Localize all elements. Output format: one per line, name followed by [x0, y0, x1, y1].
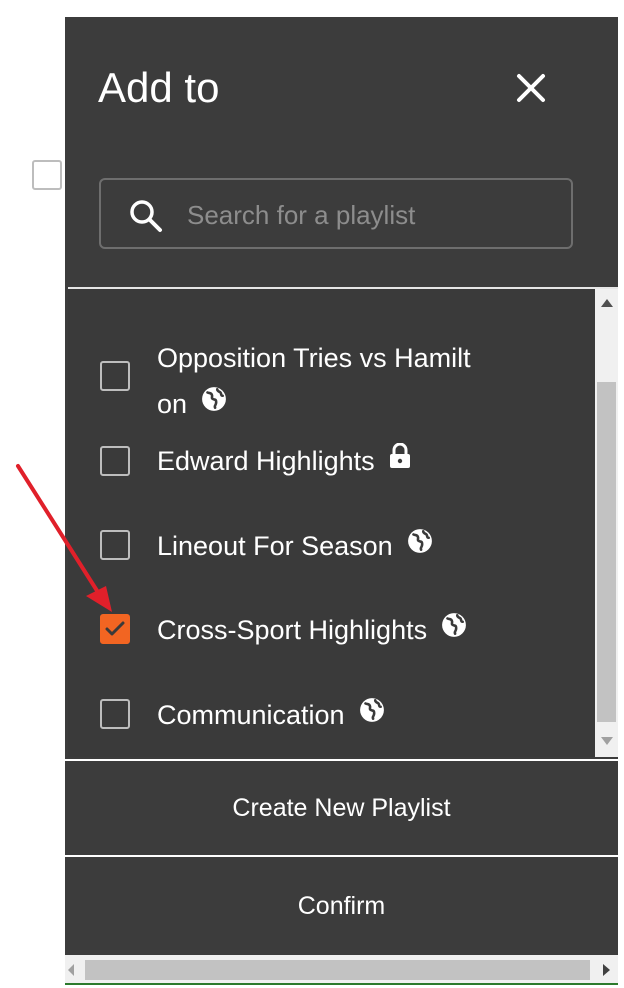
playlist-name: Lineout For Season [157, 531, 393, 561]
scroll-right-arrow-icon[interactable] [603, 964, 610, 976]
playlist-item-text: Lineout For Season [157, 523, 527, 571]
checkmark-icon [105, 621, 125, 636]
globe-icon [359, 691, 385, 737]
playlist-name: Cross-Sport Highlights [157, 615, 428, 645]
scrollbar-thumb[interactable] [85, 960, 590, 980]
close-icon [517, 74, 545, 102]
horizontal-scrollbar[interactable] [65, 955, 618, 985]
playlist-checkbox[interactable] [32, 160, 62, 190]
playlist-rows-overlay: Edward Highlights Lineout For Season Cro… [68, 287, 588, 757]
scroll-down-arrow-icon[interactable] [601, 737, 613, 745]
scrollbar-thumb[interactable] [597, 382, 616, 722]
playlist-checkbox[interactable] [100, 699, 130, 729]
search-icon [130, 200, 162, 232]
vertical-scrollbar[interactable] [595, 289, 618, 757]
create-new-playlist-button[interactable]: Create New Playlist [65, 759, 618, 857]
globe-icon [407, 522, 433, 568]
playlist-item-text: Communication [157, 692, 527, 740]
playlist-checkbox[interactable] [100, 530, 130, 560]
scroll-up-arrow-icon[interactable] [601, 299, 613, 307]
scroll-left-arrow-icon[interactable] [68, 964, 74, 976]
search-input[interactable] [185, 190, 559, 240]
playlist-checkbox[interactable] [100, 446, 130, 476]
playlist-item-text: Cross-Sport Highlights [157, 607, 527, 655]
dialog-title: Add to [98, 64, 220, 111]
playlist-checkbox-checked[interactable] [100, 614, 130, 644]
close-button[interactable] [511, 68, 551, 108]
lock-icon [389, 437, 411, 483]
playlist-item-text: Edward Highlights [157, 438, 527, 486]
playlist-name: Edward Highlights [157, 446, 375, 476]
playlist-name: Communication [157, 700, 345, 730]
search-box [99, 178, 573, 249]
globe-icon [441, 606, 467, 652]
confirm-button[interactable]: Confirm [65, 857, 618, 955]
